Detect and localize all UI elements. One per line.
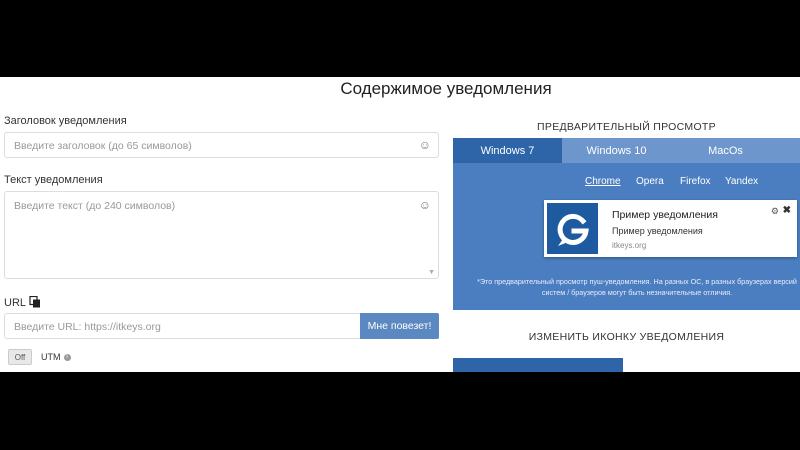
emoji-picker-icon[interactable]: ☺ — [419, 198, 431, 212]
notification-logo-icon — [547, 203, 598, 254]
notification-title-placeholder: Введите заголовок (до 65 символов) — [14, 140, 192, 152]
notification-text-placeholder: Введите текст (до 240 символов) — [14, 200, 176, 212]
notification-title-label: Заголовок уведомления — [4, 115, 127, 127]
utm-label: UTM i — [41, 352, 71, 362]
chat-g-logo-icon — [557, 213, 589, 246]
notification-text-label: Текст уведомления — [4, 174, 103, 186]
browser-tab-opera[interactable]: Opera — [636, 176, 664, 187]
gear-icon[interactable]: ⚙ — [771, 206, 779, 217]
notification-title-input[interactable]: Введите заголовок (до 65 символов) ☺ — [4, 132, 439, 158]
os-tabs: Windows 7 Windows 10 MacOs — [453, 138, 800, 163]
info-icon[interactable]: i — [63, 354, 71, 362]
browser-tab-chrome[interactable]: Chrome — [585, 176, 621, 187]
browser-tab-yandex[interactable]: Yandex — [725, 176, 758, 187]
notification-text-input[interactable]: Введите текст (до 240 символов) ☺ ▼ — [4, 191, 439, 279]
scroll-down-arrow-icon[interactable]: ▼ — [428, 269, 435, 276]
emoji-picker-icon[interactable]: ☺ — [419, 138, 431, 152]
preview-note: *Это предварительный просмотр пуш-уведом… — [477, 277, 797, 297]
icon-upload-area[interactable] — [453, 358, 623, 372]
browser-tab-firefox[interactable]: Firefox — [680, 176, 711, 187]
url-label: URL — [4, 297, 27, 309]
notification-title: Пример уведомления — [612, 209, 718, 221]
page-title: Содержимое уведомления — [340, 79, 552, 98]
utm-label-text: UTM — [41, 352, 61, 362]
app-stage: Содержимое уведомления Заголовок уведомл… — [0, 77, 800, 372]
close-icon[interactable]: ✖ — [783, 205, 791, 216]
tab-macos[interactable]: MacOs — [671, 138, 780, 163]
tab-windows-7[interactable]: Windows 7 — [453, 138, 562, 163]
notification-site: itkeys.org — [612, 241, 647, 250]
notification-body: Пример уведомления — [612, 226, 703, 236]
tab-windows-10[interactable]: Windows 10 — [562, 138, 671, 163]
utm-toggle[interactable]: Off — [8, 349, 32, 365]
preview-heading: ПРЕДВАРИТЕЛЬНЫЙ ПРОСМОТР — [537, 121, 716, 133]
lucky-button[interactable]: Мне повезет! — [360, 313, 439, 339]
url-input[interactable]: Введите URL: https://itkeys.org — [4, 313, 361, 339]
copy-icon[interactable] — [29, 296, 41, 308]
change-icon-heading: ИЗМЕНИТЬ ИКОНКУ УВЕДОМЛЕНИЯ — [528, 331, 725, 343]
url-placeholder: Введите URL: https://itkeys.org — [14, 321, 161, 333]
notification-preview: Пример уведомления Пример уведомления it… — [544, 200, 797, 257]
preview-panel: Windows 7 Windows 10 MacOs Chrome Opera … — [453, 138, 800, 310]
